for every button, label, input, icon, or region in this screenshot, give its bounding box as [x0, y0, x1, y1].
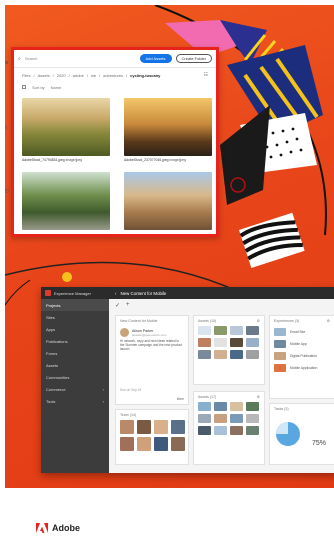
aem-main: ✓ + New Content for Mobile Alison Parker…	[109, 299, 334, 473]
sidebar-item-apps[interactable]: Apps	[41, 323, 109, 335]
card-title: Assets (17)	[198, 395, 217, 399]
adobe-wordmark: Adobe	[52, 523, 80, 533]
adobe-logo[interactable]: Adobe	[36, 523, 80, 533]
message-body: Hi network, copy and new ideas related t…	[120, 339, 182, 352]
experience-item[interactable]: Mobile App	[270, 338, 334, 350]
aem-actions: ✓ +	[109, 299, 334, 311]
avatar	[120, 328, 129, 337]
asset-image-sunset	[124, 98, 212, 156]
experience-item[interactable]: Digital Publication	[270, 350, 334, 362]
adobe-logo-icon	[36, 523, 48, 533]
sidebar-item-forms[interactable]: Forms	[41, 347, 109, 359]
chevron-right-icon: ›	[102, 398, 104, 404]
asset-name: AdobeStock_237077045.jpeg	[124, 158, 169, 162]
breadcrumb-current: cycling-tuscany	[130, 72, 161, 78]
tasks-card[interactable]: Tasks (3) 75%	[269, 403, 334, 465]
asset-image-hills	[22, 98, 110, 156]
avatar	[137, 420, 151, 434]
gear-icon[interactable]: ⚙	[257, 319, 260, 323]
experience-manager-window: Experience Manager ‹ New Content for Mob…	[41, 287, 334, 473]
more-link[interactable]: More	[177, 397, 184, 401]
add-assets-button[interactable]: Add Assets	[139, 54, 172, 63]
asset-meta: image/jpeg	[169, 158, 187, 162]
product-name: Experience Manager	[54, 290, 91, 296]
experience-item[interactable]: Mobile Application	[270, 362, 334, 374]
pie-slice-remaining	[276, 422, 288, 434]
card-title: Tasks (3)	[274, 407, 289, 411]
hero-background: ⊞ ≡ ◫ ⌕ Search Add Assets Create Folder …	[5, 5, 334, 488]
assets-card-2[interactable]: Assets (17) ⚙	[193, 391, 265, 465]
asset-thumbs	[194, 326, 264, 359]
aem-brand: Experience Manager	[41, 290, 109, 296]
avatar	[171, 437, 185, 451]
check-circle-icon[interactable]: ✓	[115, 302, 120, 309]
card-title: Assets (15)	[198, 319, 217, 323]
breadcrumb-item[interactable]: adventures	[103, 73, 123, 78]
asset-image-riders	[22, 172, 110, 230]
chevron-right-icon: ›	[102, 386, 104, 392]
sidebar-item-sites[interactable]: Sites	[41, 311, 109, 323]
asset-card[interactable]	[124, 172, 212, 230]
aem-sidebar: Projects Sites Apps Publications Forms A…	[41, 299, 109, 473]
card-title: Team (14)	[120, 413, 137, 417]
sidebar-item-commerce[interactable]: Commerce ›	[41, 383, 109, 395]
gear-icon[interactable]: ⚙	[327, 319, 330, 323]
sidebar-item-tools[interactable]: Tools ›	[41, 395, 109, 407]
due-date: Due on Sep 15	[120, 388, 142, 392]
create-folder-button[interactable]: Create Folder	[175, 54, 212, 63]
asset-card[interactable]: AdobeStock_74794834.jpeg image/jpeg	[22, 98, 110, 162]
gear-icon[interactable]: ⚙	[257, 395, 260, 399]
card-title: New Content for Mobile	[120, 319, 158, 323]
search-icon[interactable]: ⌕	[18, 56, 21, 62]
avatar	[137, 437, 151, 451]
sidebar-item-communities[interactable]: Communities	[41, 371, 109, 383]
experiences-card[interactable]: Experiences (3) ⚙ Email Site Mobile App D…	[269, 315, 334, 399]
assets-window: ⌕ Search Add Assets Create Folder Files /…	[11, 47, 219, 237]
asset-name: AdobeStock_74794834.jpeg	[22, 158, 65, 162]
author-email: aparker@geometrixx.com	[132, 332, 167, 337]
sort-name-label[interactable]: Name	[51, 85, 62, 90]
team-avatars	[116, 420, 188, 451]
experience-item[interactable]: Email Site	[270, 326, 334, 338]
breadcrumb-item[interactable]: Assets	[38, 73, 50, 78]
assets-card[interactable]: Assets (15) ⚙	[193, 315, 265, 385]
avatar	[120, 437, 134, 451]
assets-topbar: ⌕ Search Add Assets Create Folder	[14, 50, 216, 68]
card-title: Experiences (3)	[274, 319, 300, 323]
avatar	[154, 437, 168, 451]
back-icon[interactable]: ‹	[115, 291, 116, 296]
asset-image-town	[124, 172, 212, 230]
sort-label[interactable]: Sort by	[32, 85, 45, 90]
tasks-pie	[276, 422, 300, 446]
asset-meta: image/jpeg	[65, 158, 83, 162]
message-card[interactable]: New Content for Mobile Alison Parker apa…	[115, 315, 189, 405]
tasks-percent: 75%	[312, 440, 327, 447]
page-title: New Content for Mobile	[120, 290, 167, 296]
view-options-icon[interactable]: ☷	[204, 72, 208, 78]
avatar	[120, 420, 134, 434]
select-checkbox[interactable]	[22, 85, 26, 89]
breadcrumb-item[interactable]: adobe	[73, 73, 84, 78]
team-card[interactable]: Team (14)	[115, 409, 189, 465]
search-input[interactable]: Search	[25, 56, 136, 61]
avatar	[171, 420, 185, 434]
asset-thumbs	[194, 402, 264, 435]
assets-toolbar: Sort by Name	[14, 82, 216, 92]
add-icon[interactable]: +	[126, 302, 130, 308]
breadcrumb-item[interactable]: Files	[22, 73, 30, 78]
sidebar-item-projects[interactable]: Projects	[41, 299, 109, 311]
aem-titlebar: Experience Manager ‹ New Content for Mob…	[41, 287, 334, 299]
avatar	[154, 420, 168, 434]
sidebar-item-assets[interactable]: Assets	[41, 359, 109, 371]
asset-card[interactable]: AdobeStock_237077045.jpeg image/jpeg	[124, 98, 212, 162]
asset-card[interactable]	[22, 172, 110, 230]
breadcrumb: Files / Assets/ 2020/ adobe / we / adventur…	[22, 72, 208, 78]
breadcrumb-item[interactable]: we	[91, 73, 96, 78]
breadcrumb-item[interactable]: 2020	[57, 73, 66, 78]
sidebar-item-publications[interactable]: Publications	[41, 335, 109, 347]
aem-logo-icon	[45, 290, 51, 296]
